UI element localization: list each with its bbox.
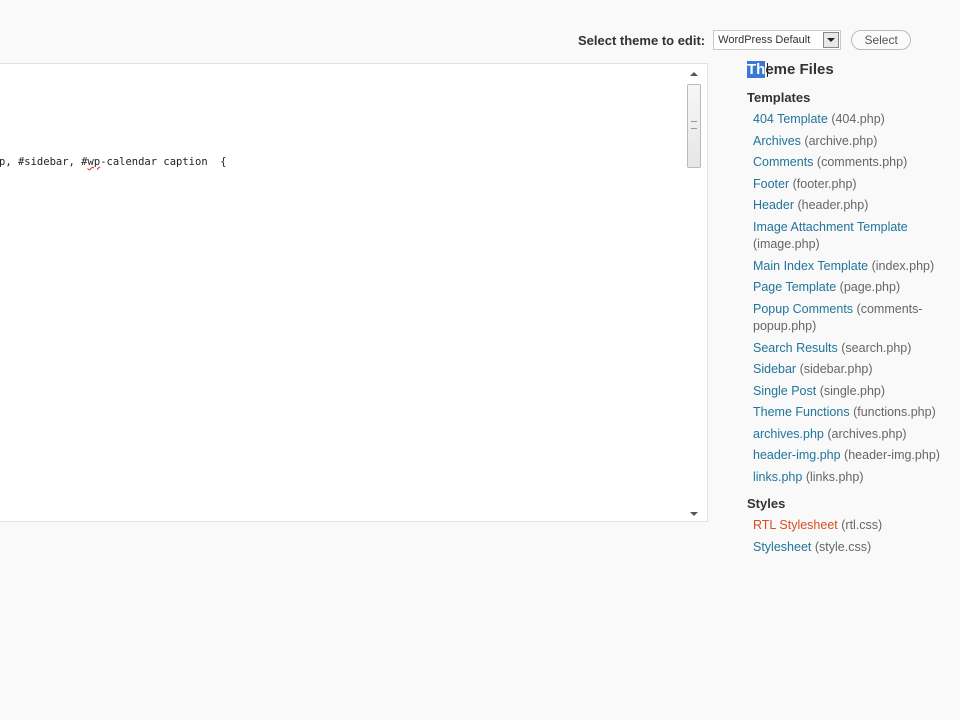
template-link[interactable]: Theme Functions [753, 405, 850, 419]
file-name: (style.css) [814, 539, 872, 554]
theme-files-sidebar: Theme Files Templates 404 Template (404.… [747, 61, 957, 566]
template-link[interactable]: archives.php [753, 427, 824, 441]
list-item: Theme Functions (functions.php) [753, 404, 957, 422]
file-name: (page.php) [839, 280, 901, 294]
file-name: (image.php) [753, 237, 820, 251]
template-link[interactable]: Archives [753, 134, 801, 148]
theme-dropdown[interactable]: WordPress Default [713, 30, 842, 50]
stylesheet-link-active[interactable]: RTL Stylesheet [753, 518, 838, 532]
list-item: links.php (links.php) [753, 469, 957, 487]
code-editor[interactable]: p, #sidebar, #wp-calendar caption { [0, 63, 708, 522]
list-item: Comments (comments.php) [753, 154, 957, 172]
file-name: (header.php) [797, 198, 869, 212]
template-link[interactable]: Image Attachment Template [753, 220, 908, 234]
text-cursor-icon [767, 63, 768, 77]
list-item: Footer (footer.php) [753, 176, 957, 194]
scroll-up-arrow-icon[interactable] [690, 72, 698, 76]
theme-dropdown-value: WordPress Default [718, 34, 811, 46]
template-link[interactable]: Single Post [753, 384, 816, 398]
file-name: (rtl.css) [841, 518, 883, 532]
file-name: (functions.php) [853, 405, 936, 419]
theme-select-label: Select theme to edit: [578, 32, 706, 48]
spellcheck-flag: wp [87, 156, 101, 168]
styles-heading: Styles [747, 496, 786, 511]
template-link[interactable]: header-img.php [753, 448, 841, 462]
file-name: (footer.php) [792, 176, 857, 191]
template-link[interactable]: Sidebar [753, 362, 796, 376]
file-name: (archives.php) [827, 426, 907, 441]
code-text: p, #sidebar, # [0, 156, 88, 168]
list-item: 404 Template (404.php) [753, 111, 957, 129]
list-item: header-img.php (header-img.php) [753, 447, 957, 465]
file-name: (single.php) [819, 383, 886, 398]
template-link[interactable]: Footer [753, 177, 789, 191]
file-name: (search.php) [841, 340, 912, 355]
list-item: Archives (archive.php) [753, 133, 957, 151]
templates-list: 404 Template (404.php) Archives (archive… [747, 111, 957, 486]
list-item: RTL Stylesheet (rtl.css) [753, 517, 957, 535]
list-item: Main Index Template (index.php) [753, 258, 957, 276]
scroll-thumb[interactable] [687, 84, 701, 168]
list-item: Popup Comments (comments-popup.php) [753, 301, 957, 336]
file-name: (sidebar.php) [799, 362, 873, 376]
template-link[interactable]: Search Results [753, 341, 838, 355]
chevron-down-icon[interactable] [823, 32, 840, 48]
list-item: Sidebar (sidebar.php) [753, 361, 957, 379]
file-name: (links.php) [805, 469, 864, 484]
templates-heading: Templates [747, 90, 811, 105]
selected-text: Th [747, 61, 766, 78]
code-text: -calendar caption { [100, 156, 227, 168]
list-item: archives.php (archives.php) [753, 426, 957, 444]
stylesheet-link[interactable]: Stylesheet [753, 540, 811, 554]
scroll-down-arrow-icon[interactable] [690, 512, 698, 516]
editor-scrollbar[interactable] [687, 70, 701, 518]
template-link[interactable]: links.php [753, 470, 802, 484]
template-link[interactable]: 404 Template [753, 112, 828, 126]
list-item: Search Results (search.php) [753, 340, 957, 358]
template-link[interactable]: Popup Comments [753, 302, 853, 316]
list-item: Image Attachment Template (image.php) [753, 219, 957, 254]
template-link[interactable]: Header [753, 198, 794, 212]
list-item: Stylesheet (style.css) [753, 539, 957, 557]
file-name: (index.php) [871, 258, 935, 273]
list-item: Header (header.php) [753, 197, 957, 215]
theme-selector: Select theme to edit: WordPress Default … [578, 29, 912, 51]
theme-files-title: Theme Files [747, 61, 957, 78]
file-name: (comments.php) [816, 155, 908, 169]
code-line: p, #sidebar, #wp-calendar caption { [0, 156, 227, 168]
file-name: (header-img.php) [844, 448, 940, 462]
list-item: Page Template (page.php) [753, 279, 957, 297]
template-link[interactable]: Comments [753, 155, 813, 169]
list-item: Single Post (single.php) [753, 383, 957, 401]
file-name: (404.php) [831, 112, 885, 126]
styles-list: RTL Stylesheet (rtl.css) Stylesheet (sty… [747, 517, 957, 556]
select-button[interactable]: Select [851, 30, 912, 50]
template-link[interactable]: Page Template [753, 280, 836, 294]
template-link[interactable]: Main Index Template [753, 259, 868, 273]
file-name: (archive.php) [804, 133, 878, 148]
title-text: eme Files [765, 61, 834, 78]
